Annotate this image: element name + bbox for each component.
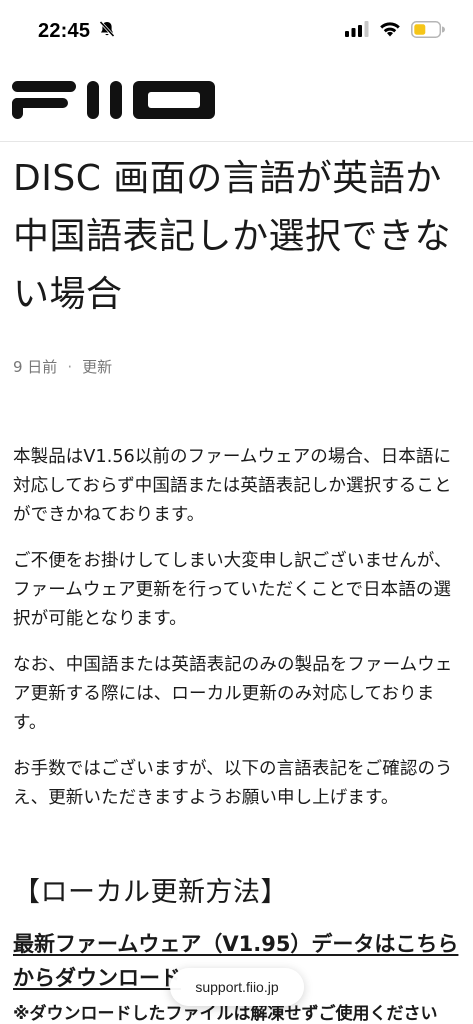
page: 22:45 DISC 画面の言語が英語か中国語表記しか選択できない場合 9 日前… [0,0,473,1024]
status-bar: 22:45 [0,0,473,62]
paragraph: お手数ではございますが、以下の言語表記をご確認のうえ、更新いただきますようお願い… [13,759,453,808]
meta-status: 更新 [82,358,113,376]
meta-date: 9 日前 [13,358,58,376]
paragraph: 本製品はV1.56以前のファームウェアの場合、日本語に対応しておらず中国語または… [13,447,452,525]
article: DISC 画面の言語が英語か中国語表記しか選択できない場合 9 日前 · 更新 … [13,150,463,1024]
site-header [0,62,473,142]
url-bar[interactable]: support.fiio.jp [170,968,304,1006]
cellular-signal-icon [345,21,369,41]
article-body: 本製品はV1.56以前のファームウェアの場合、日本語に対応しておらず中国語または… [13,443,463,813]
paragraph: ご不便をお掛けしてしまい大変申し訳ございませんが、ファームウェア更新を行っていた… [13,551,452,629]
article-title: DISC 画面の言語が英語か中国語表記しか選択できない場合 [13,158,452,315]
wifi-icon [379,21,401,41]
status-right [345,20,445,42]
meta-separator: · [67,357,73,376]
battery-icon [411,20,445,42]
bell-slash-icon [98,20,116,42]
fiio-logo [12,80,215,119]
status-time: 22:45 [38,19,91,42]
fiio-logo-link[interactable] [12,80,215,124]
article-meta: 9 日前 · 更新 [13,356,463,377]
status-left: 22:45 [38,20,116,43]
paragraph: なお、中国語または英語表記のみの製品をファームウェア更新する際には、ローカル更新… [13,655,453,733]
url-text: support.fiio.jp [195,979,279,995]
section-heading: 【ローカル更新方法】 [13,877,288,908]
